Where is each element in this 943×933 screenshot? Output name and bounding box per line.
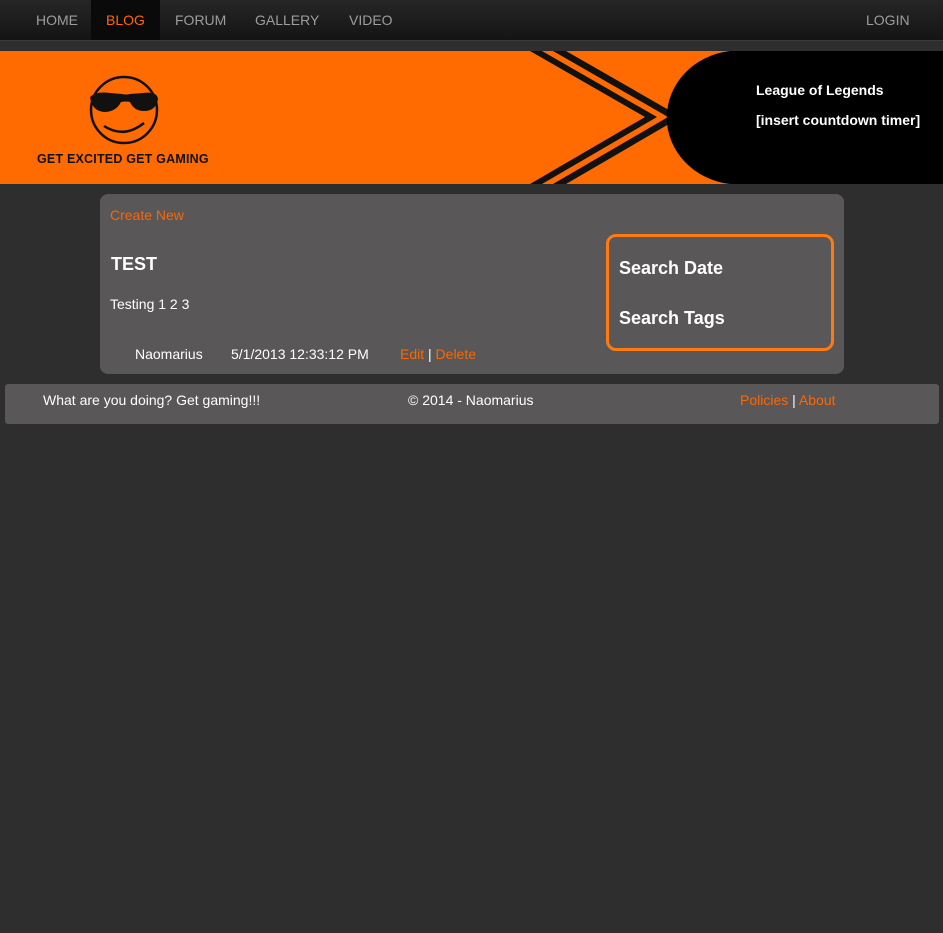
footer-links: Policies | About (740, 392, 836, 408)
blog-panel: Create New TEST Testing 1 2 3 Naomarius … (100, 194, 844, 374)
nav-gallery[interactable]: GALLERY (240, 0, 334, 40)
post-date: 5/1/2013 12:33:12 PM (231, 346, 369, 362)
post-actions: Edit | Delete (400, 346, 476, 362)
action-separator: | (428, 346, 432, 362)
search-date-link[interactable]: Search Date (619, 258, 723, 279)
top-navbar: HOME BLOG FORUM GALLERY VIDEO LOGIN (0, 0, 943, 41)
chevron-right-stripes-icon (530, 51, 690, 184)
footer-separator: | (792, 392, 796, 408)
edit-link[interactable]: Edit (400, 346, 424, 362)
post-title: TEST (111, 254, 158, 274)
delete-link[interactable]: Delete (436, 346, 476, 362)
nav-forum[interactable]: FORUM (160, 0, 241, 40)
page-root: HOME BLOG FORUM GALLERY VIDEO LOGIN GET … (0, 0, 943, 933)
sunglasses-smiley-icon (89, 75, 159, 145)
nav-login[interactable]: LOGIN (851, 0, 925, 40)
post-body: Testing 1 2 3 (110, 296, 190, 312)
nav-blog[interactable]: BLOG (91, 0, 160, 40)
footer-copyright: © 2014 - Naomarius (408, 392, 534, 408)
create-new-link[interactable]: Create New (110, 207, 184, 223)
about-link[interactable]: About (799, 392, 836, 408)
search-sidebar: Search Date Search Tags (606, 234, 834, 351)
post-author: Naomarius (135, 346, 203, 362)
footer-slogan: What are you doing? Get gaming!!! (43, 392, 261, 408)
banner-event-title: League of Legends (756, 82, 884, 98)
nav-video[interactable]: VIDEO (334, 0, 408, 40)
banner-tagline: GET EXCITED GET GAMING (37, 152, 209, 166)
page-footer: What are you doing? Get gaming!!! © 2014… (5, 384, 939, 424)
banner-countdown: [insert countdown timer] (756, 112, 921, 128)
policies-link[interactable]: Policies (740, 392, 788, 408)
search-tags-link[interactable]: Search Tags (619, 308, 725, 329)
nav-home[interactable]: HOME (21, 0, 93, 40)
header-banner: GET EXCITED GET GAMING League of Legends… (0, 51, 943, 184)
